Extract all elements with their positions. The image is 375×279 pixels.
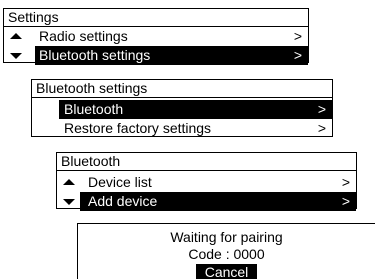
menu-item-label: Bluetooth — [64, 101, 124, 117]
down-arrow-icon — [63, 199, 75, 205]
menu-item-label: Radio settings — [39, 28, 128, 44]
menu-item-label: Bluetooth settings — [39, 47, 151, 63]
bluetooth-menu-title: Bluetooth — [57, 153, 356, 171]
down-arrow-icon — [10, 53, 22, 59]
chevron-right-icon: > — [317, 120, 326, 136]
cancel-button[interactable]: Cancel — [195, 264, 258, 279]
menu-item-bluetooth[interactable]: Bluetooth > — [59, 100, 332, 119]
settings-menu-title: Settings — [4, 9, 308, 27]
pairing-status-text: Waiting for pairing — [170, 229, 283, 245]
pairing-code-text: Code : 0000 — [188, 246, 265, 262]
bluetooth-settings-menu-title: Bluetooth settings — [32, 80, 332, 98]
menu-item-device-list[interactable]: Device list > — [57, 173, 356, 192]
menu-item-add-device[interactable]: Add device > — [80, 192, 356, 211]
menu-item-radio-settings[interactable]: Radio settings > — [4, 27, 308, 46]
bluetooth-menu: Bluetooth Device list > Add device > — [56, 152, 357, 211]
up-arrow-icon — [63, 179, 75, 185]
menu-item-label: Device list — [88, 174, 152, 190]
chevron-right-icon: > — [341, 193, 350, 209]
menu-item-restore-factory-settings[interactable]: Restore factory settings > — [59, 119, 332, 138]
pairing-dialog: Waiting for pairing Code : 0000 Cancel — [77, 223, 375, 279]
menu-item-bluetooth-settings[interactable]: Bluetooth settings > — [35, 46, 308, 65]
menu-item-label: Restore factory settings — [64, 120, 212, 136]
settings-menu: Settings Radio settings > Bluetooth sett… — [3, 8, 309, 65]
up-arrow-icon — [10, 33, 22, 39]
chevron-right-icon: > — [293, 28, 302, 44]
screen-sequence: Settings Radio settings > Bluetooth sett… — [0, 0, 375, 279]
chevron-right-icon: > — [293, 47, 302, 63]
chevron-right-icon: > — [341, 174, 350, 190]
chevron-right-icon: > — [317, 101, 326, 117]
bluetooth-settings-menu: Bluetooth settings Bluetooth > Restore f… — [31, 79, 333, 137]
menu-item-label: Add device — [88, 193, 158, 209]
